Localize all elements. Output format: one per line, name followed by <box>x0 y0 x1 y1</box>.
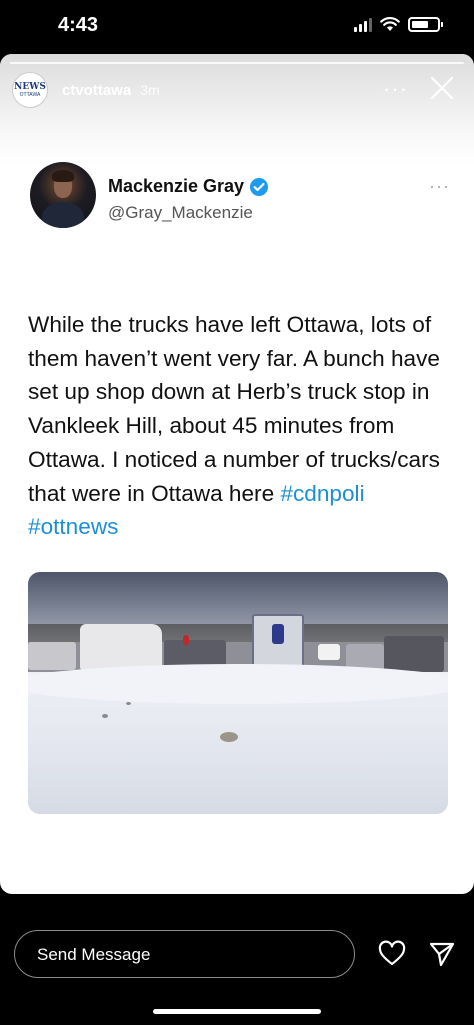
send-message-input[interactable]: Send Message <box>14 930 355 978</box>
story-time-ago: 3m <box>140 82 160 98</box>
ctv-news-avatar[interactable]: NEWS OTTAWA <box>12 72 48 108</box>
battery-icon <box>408 17 443 32</box>
send-message-placeholder: Send Message <box>37 945 151 964</box>
hashtag-cdnpoli: #cdnpoli <box>280 480 365 506</box>
home-indicator <box>153 1009 321 1014</box>
heart-icon[interactable] <box>378 940 406 968</box>
status-time: 4:43 <box>58 14 99 36</box>
tweet-author: Mackenzie Gray @Gray_Mackenzie ··· <box>30 162 450 232</box>
status-bar: 4:43 <box>0 0 474 54</box>
tweet-author-name-row: Mackenzie Gray <box>108 176 269 197</box>
tweet-more-icon: ··· <box>429 176 450 196</box>
tweet-body: While the trucks have left Ottawa, lots … <box>28 308 454 544</box>
hashtag-ottnews: #ottnews <box>28 514 119 540</box>
wifi-icon <box>380 17 400 31</box>
status-icons <box>354 17 443 32</box>
tweet-author-handle: @Gray_Mackenzie <box>108 203 253 222</box>
story-card[interactable]: NEWS OTTAWA ctvottawa 3m ··· Mackenzie G… <box>0 54 474 894</box>
story-username[interactable]: ctvottawa <box>62 82 131 99</box>
tweet-body-text: While the trucks have left Ottawa, lots … <box>28 312 440 506</box>
tweet-author-avatar <box>30 162 96 228</box>
tweet-photo <box>28 572 448 814</box>
story-progress-bar <box>10 62 464 64</box>
verified-badge-icon <box>250 177 269 196</box>
close-icon[interactable] <box>428 74 456 102</box>
ctv-news-logo-icon: NEWS <box>14 81 46 92</box>
send-direct-icon[interactable] <box>428 940 456 968</box>
cellular-signal-icon <box>354 17 372 32</box>
tweet-author-name: Mackenzie Gray <box>108 176 245 196</box>
story-more-options-icon[interactable]: ··· <box>383 76 408 102</box>
story-header: NEWS OTTAWA ctvottawa 3m ··· <box>12 70 462 110</box>
